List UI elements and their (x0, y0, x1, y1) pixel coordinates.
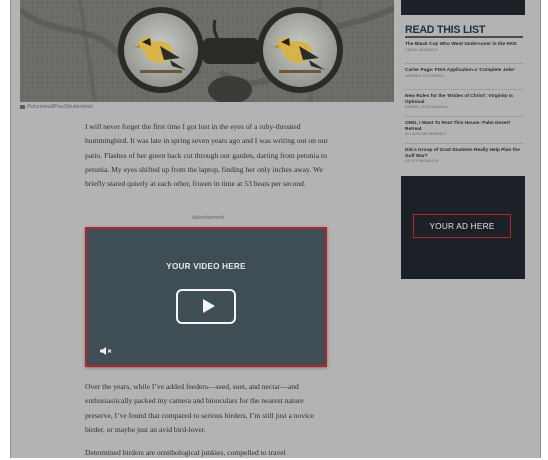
mute-icon[interactable] (99, 346, 113, 356)
camera-icon (20, 104, 25, 109)
binoculars-illustration (20, 0, 394, 102)
advertisement-label: Advertisement (192, 215, 224, 221)
list-item-byline: ALLISON MCNEARNEY (405, 132, 447, 137)
list-item-title[interactable]: Carter Page: FISA Application a ‘Complet… (405, 68, 515, 73)
list-divider (405, 116, 523, 117)
list-item-byline: CAROL MORACEY (405, 47, 439, 52)
list-item[interactable]: The Black Cop Who Went Undercover in the… (405, 42, 523, 53)
binocular-bridge (203, 38, 259, 64)
list-item-title[interactable]: New Rules for the ‘Brides of Christ’: Vi… (405, 94, 513, 105)
hero-image (20, 0, 394, 102)
list-item-title[interactable]: OMG, I Want To Rent This House: Palm Des… (405, 121, 510, 132)
list-item[interactable]: Carter Page: FISA Application a ‘Complet… (405, 68, 523, 79)
list-item-byline: GEOFF MANAUGH (405, 159, 439, 164)
read-this-list-heading: READ THIS LIST (405, 24, 486, 36)
caption-text: Pictureimail/Pixs/Shutterstock (27, 104, 93, 110)
play-button[interactable] (176, 289, 236, 324)
sidebar-ad-placeholder[interactable]: YOUR AD HERE (413, 214, 511, 238)
list-item[interactable]: OMG, I Want To Rent This House: Palm Des… (405, 121, 523, 137)
list-item-byline: BARBIE LATZA NADEAU (405, 105, 449, 110)
play-icon (203, 299, 215, 313)
article-paragraph: Over the years, while I’ve added feeders… (85, 382, 315, 434)
list-item[interactable]: New Rules for the ‘Brides of Christ’: Vi… (405, 94, 523, 110)
video-placeholder-title: YOUR VIDEO HERE (166, 262, 246, 271)
article-paragraph: I will never forget the first time I got… (85, 122, 328, 189)
video-ad-player[interactable]: YOUR VIDEO HERE (85, 227, 327, 367)
sidebar-top-panel (401, 0, 525, 15)
sidebar-ad-box[interactable]: YOUR AD HERE (401, 176, 525, 279)
list-divider (405, 89, 523, 90)
list-divider (405, 63, 523, 64)
list-item-title[interactable]: Did a Group of Grad Students Really Help… (405, 148, 520, 159)
list-divider (405, 143, 523, 144)
list-item[interactable]: Did a Group of Grad Students Really Help… (405, 148, 523, 164)
list-item-byline: ANDREW DESIDERIO (405, 73, 444, 78)
image-caption: Pictureimail/Pixs/Shutterstock (20, 104, 93, 110)
list-item-title[interactable]: The Black Cop Who Went Undercover in the… (405, 42, 517, 47)
heading-divider (405, 36, 523, 38)
page-right-edge (540, 0, 541, 458)
